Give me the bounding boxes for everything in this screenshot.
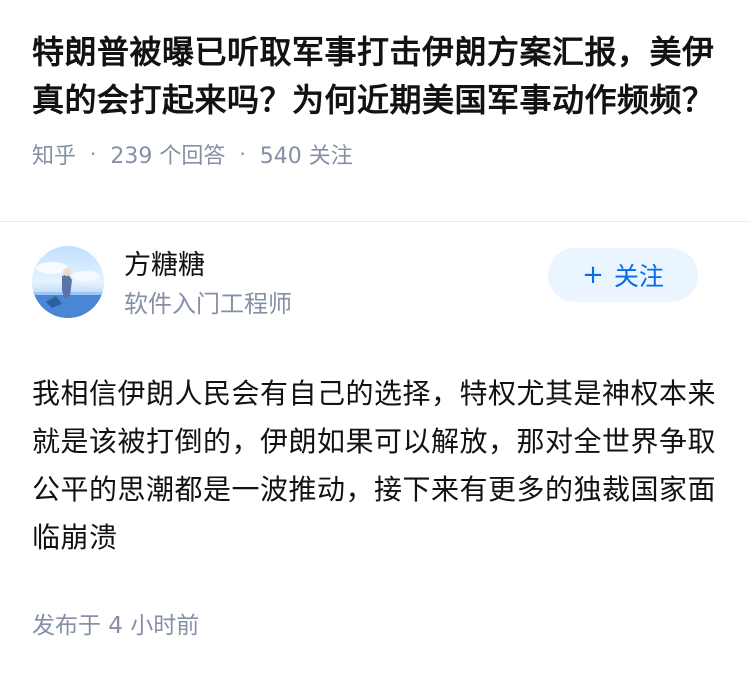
publish-time: 发布于 4 小时前 <box>32 613 200 639</box>
follow-count: 540 关注 <box>259 144 353 169</box>
meta-separator: · <box>90 142 97 166</box>
author-row: 方糖糖 软件入门工程师 + 关注 <box>32 222 718 342</box>
plus-icon: + <box>582 260 604 290</box>
author-info: 方糖糖 软件入门工程师 <box>124 248 292 322</box>
question-title[interactable]: 特朗普被曝已听取军事打击伊朗方案汇报，美伊真的会打起来吗？为何近期美国军事动作频… <box>32 28 718 124</box>
answer-content[interactable]: 我相信伊朗人民会有自己的选择，特权尤其是神权本来就是该被打倒的，伊朗如果可以解放… <box>32 370 718 562</box>
avatar[interactable] <box>32 246 104 318</box>
follow-button-label: 关注 <box>613 262 664 291</box>
author-title: 软件入门工程师 <box>124 290 292 318</box>
follow-button[interactable]: + 关注 <box>548 248 698 302</box>
answer-card: 方糖糖 软件入门工程师 + 关注 我相信伊朗人民会有自己的选择，特权尤其是神权本… <box>0 222 750 640</box>
author-name[interactable]: 方糖糖 <box>124 248 292 284</box>
question-header: 特朗普被曝已听取军事打击伊朗方案汇报，美伊真的会打起来吗？为何近期美国军事动作频… <box>0 0 750 222</box>
question-meta: 知乎 · 239 个回答 · 540 关注 <box>32 138 718 170</box>
meta-separator: · <box>239 142 246 166</box>
avatar-image <box>32 246 104 318</box>
question-source[interactable]: 知乎 <box>32 138 76 170</box>
answer-count[interactable]: 239 个回答 <box>110 138 225 170</box>
